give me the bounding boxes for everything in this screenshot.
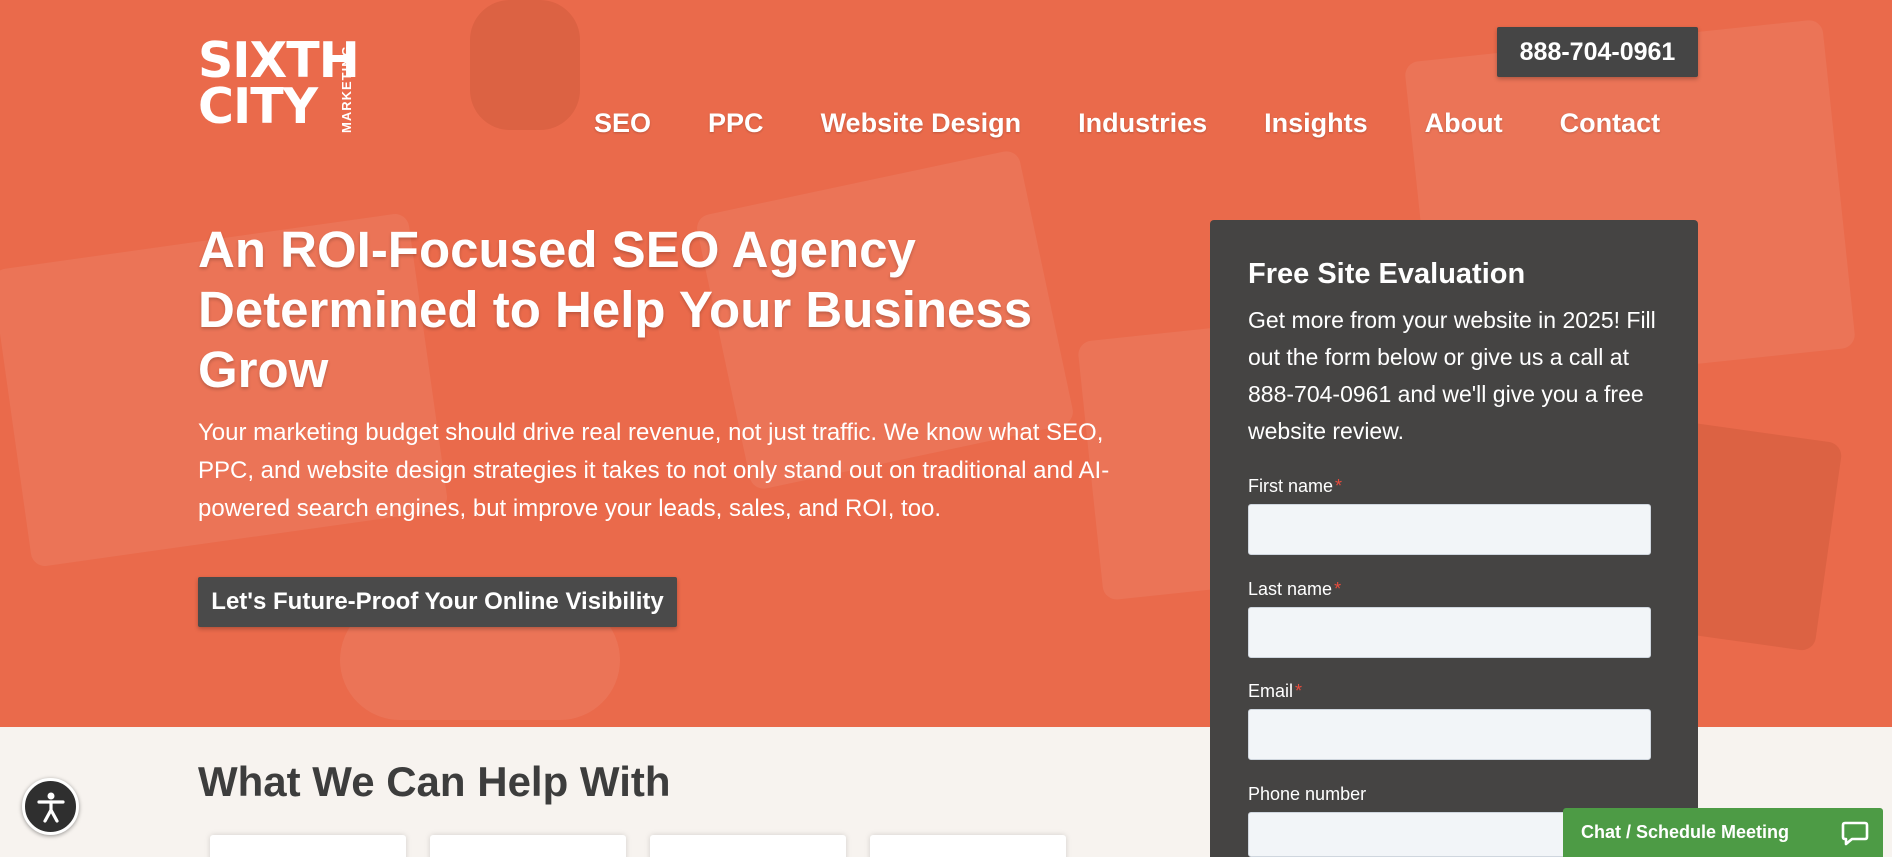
nav-item-ppc[interactable]: PPC — [708, 108, 764, 148]
nav-item-industries[interactable]: Industries — [1078, 108, 1207, 148]
nav-item-website-design[interactable]: Website Design — [821, 108, 1022, 148]
chat-bubble-icon — [1841, 821, 1869, 846]
service-card[interactable] — [870, 835, 1066, 857]
required-marker: * — [1295, 681, 1303, 701]
last-name-input[interactable] — [1248, 607, 1651, 658]
nav-item-insights[interactable]: Insights — [1264, 108, 1368, 148]
last-name-label-text: Last name — [1248, 579, 1333, 599]
required-marker: * — [1334, 579, 1342, 599]
hero-subcopy: Your marketing budget should drive real … — [198, 419, 1110, 522]
nav-item-seo[interactable]: SEO — [594, 108, 651, 148]
chat-button[interactable]: Chat / Schedule Meeting — [1563, 808, 1883, 857]
evaluation-form: Free Site Evaluation Get more from your … — [1210, 220, 1698, 857]
email-label: Email * — [1248, 681, 1302, 702]
first-name-input[interactable] — [1248, 504, 1651, 555]
cta-button[interactable]: Let's Future-Proof Your Online Visibilit… — [198, 577, 677, 627]
section-title: What We Can Help With — [198, 758, 671, 805]
chat-label: Chat / Schedule Meeting — [1581, 822, 1790, 842]
form-description: Get more from your website in 2025! Fill… — [1248, 307, 1656, 444]
last-name-label: Last name * — [1248, 579, 1341, 600]
phone-button[interactable]: 888-704-0961 — [1497, 27, 1698, 77]
accessibility-icon — [36, 792, 65, 823]
email-label-text: Email — [1248, 681, 1294, 701]
service-card[interactable] — [650, 835, 846, 857]
nav-item-about[interactable]: About — [1425, 108, 1503, 148]
required-marker: * — [1335, 476, 1343, 496]
phone-label: Phone number — [1248, 784, 1366, 805]
background-mug — [470, 0, 580, 130]
logo-tag: MARKETING — [339, 45, 354, 133]
service-card[interactable] — [430, 835, 626, 857]
hero-headline: An ROI-Focused SEO Agency Determined to … — [198, 221, 1033, 398]
form-title: Free Site Evaluation — [1248, 258, 1526, 290]
phone-label-text: Phone number — [1248, 784, 1367, 804]
first-name-label-text: First name — [1248, 476, 1334, 496]
nav-item-contact[interactable]: Contact — [1560, 108, 1661, 148]
first-name-label: First name * — [1248, 476, 1342, 497]
logo-line2: CITY — [198, 78, 318, 135]
site-logo[interactable]: SIXTH CITY MARKETING — [198, 36, 360, 142]
service-card[interactable] — [210, 835, 406, 857]
email-input[interactable] — [1248, 709, 1651, 760]
main-nav: SEO PPC Website Design Industries Insigh… — [594, 108, 1660, 148]
accessibility-button[interactable] — [22, 778, 79, 835]
